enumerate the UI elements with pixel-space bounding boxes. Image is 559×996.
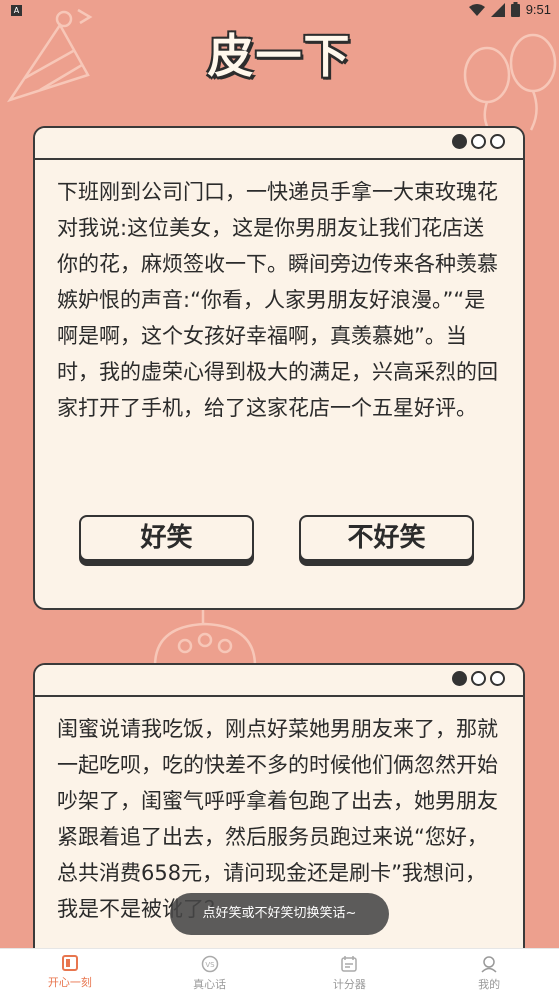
clock: 9:51: [525, 2, 551, 17]
card-header: [35, 128, 523, 160]
tab-label: 计分器: [332, 978, 366, 991]
tab-label: 我的: [478, 978, 501, 991]
calendar-icon: [341, 956, 358, 972]
vs-icon: VS: [201, 955, 218, 973]
tab-truth[interactable]: VS 真心话: [140, 949, 280, 996]
tab-label: 真心话: [193, 978, 227, 991]
bottom-tab-bar: 开心一刻 VS 真心话 计分器 我的: [0, 948, 559, 996]
avatar-icon: [481, 956, 497, 973]
toast-message: 点好笑或不好笑切换笑话~: [170, 893, 389, 935]
dot-icon: [452, 134, 467, 149]
tab-mine[interactable]: 我的: [419, 949, 559, 996]
svg-text:VS: VS: [205, 961, 215, 969]
dot-icon: [490, 134, 505, 149]
book-icon: [61, 955, 78, 971]
card-header: [35, 665, 523, 697]
joke-text: 下班刚到公司门口，一快递员手拿一大束玫瑰花对我说:这位美女，这是你男朋友让我们花…: [57, 180, 498, 420]
signal-icon: [490, 2, 505, 17]
dot-icon: [490, 671, 505, 686]
dot-icon: [471, 134, 486, 149]
not-funny-button[interactable]: 不好笑: [299, 515, 474, 561]
tab-happy-moment[interactable]: 开心一刻: [0, 949, 140, 996]
window-dots: [452, 671, 505, 686]
cake-icon: [153, 608, 257, 666]
dot-icon: [471, 671, 486, 686]
battery-icon: [510, 2, 520, 17]
joke-card: 下班刚到公司门口，一快递员手拿一大束玫瑰花对我说:这位美女，这是你男朋友让我们花…: [33, 126, 525, 610]
funny-button[interactable]: 好笑: [79, 515, 254, 561]
tab-scorer[interactable]: 计分器: [280, 949, 420, 996]
page-title: 皮一下: [207, 29, 352, 83]
wifi-icon: [468, 3, 485, 16]
dot-icon: [452, 671, 467, 686]
tab-label: 开心一刻: [47, 976, 92, 989]
window-dots: [452, 134, 505, 149]
